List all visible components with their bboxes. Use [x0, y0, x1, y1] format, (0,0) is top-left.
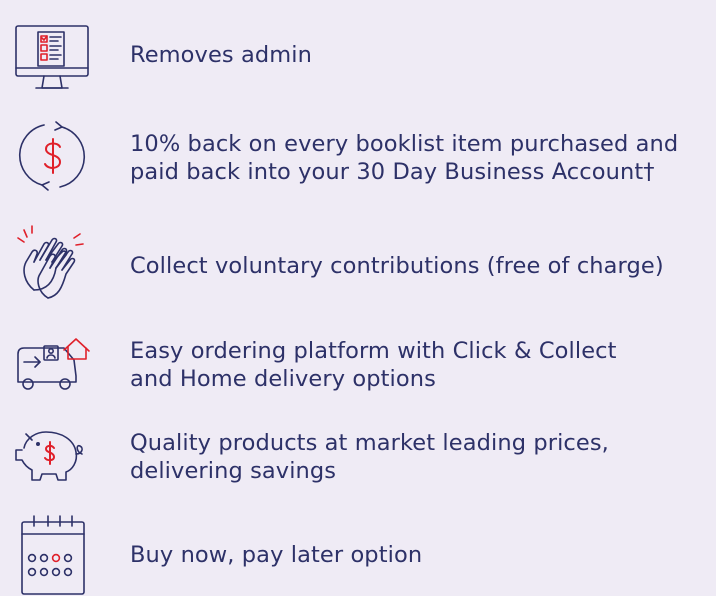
benefit-text: Quality products at market leading price… [130, 429, 710, 485]
benefit-text: Buy now, pay later option [130, 541, 710, 569]
clapping-hands-icon [10, 220, 94, 304]
delivery-van-home-icon [10, 326, 94, 410]
computer-checklist-icon [10, 12, 94, 96]
benefit-text: Easy ordering platform with Click & Coll… [130, 337, 710, 393]
benefit-line: Removes admin [130, 42, 312, 68]
benefit-line: Quality products at market leading price… [130, 430, 609, 456]
benefit-line: delivering savings [130, 458, 337, 484]
benefit-text: 10% back on every booklist item purchase… [130, 130, 710, 186]
benefit-line: 10% back on every booklist item purchase… [130, 131, 679, 157]
benefit-line: paid back into your 30 Day Business Acco… [130, 159, 655, 185]
benefit-line: Collect voluntary contributions (free of… [130, 253, 664, 279]
benefits-list: Removes admin 10% back on every booklist… [0, 0, 716, 595]
benefit-line: and Home delivery options [130, 366, 436, 392]
benefit-line: Buy now, pay later option [130, 542, 423, 568]
benefit-text: Removes admin [130, 41, 710, 69]
calendar-icon [10, 512, 94, 596]
benefit-text: Collect voluntary contributions (free of… [130, 252, 710, 280]
piggy-bank-icon [10, 414, 94, 498]
dollar-cycle-icon [10, 114, 94, 198]
benefit-line: Easy ordering platform with Click & Coll… [130, 338, 617, 364]
